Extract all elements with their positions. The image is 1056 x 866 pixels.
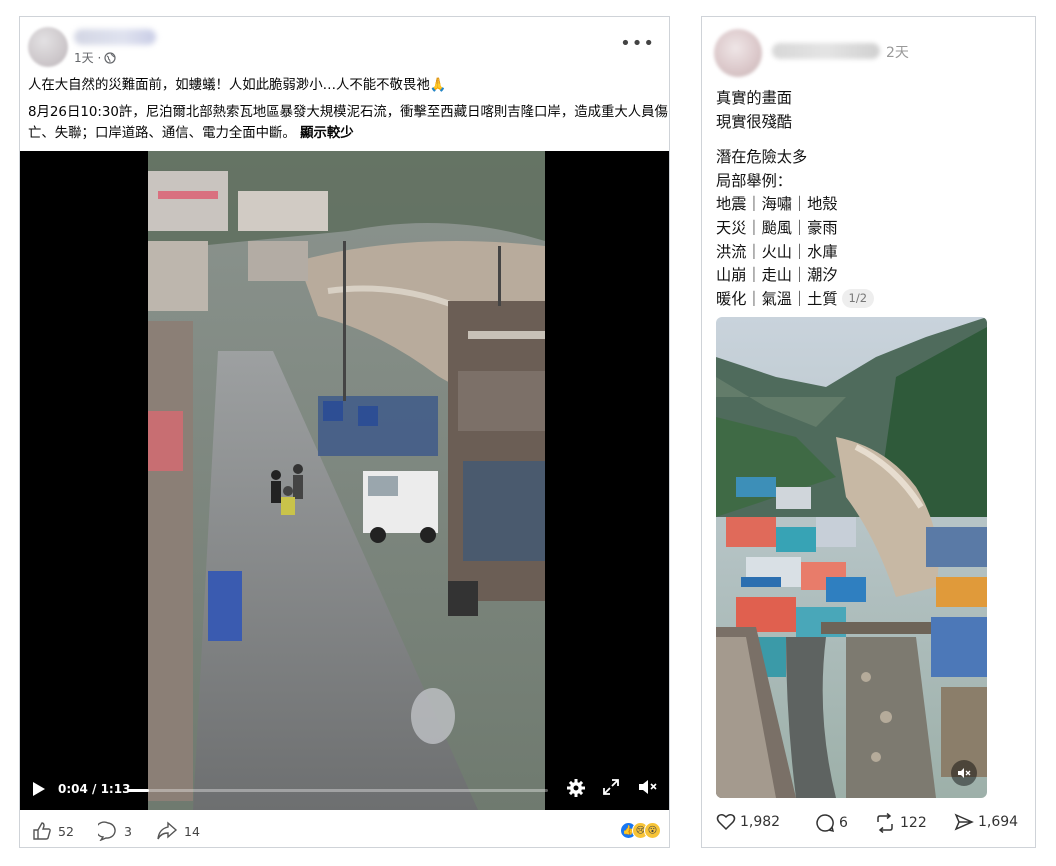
post-actions: 52 3 14 👍 😢 😮 [20, 813, 669, 847]
post-line-2: 8月26日10:30許，尼泊爾北部熱索瓦地區暴發大規模泥石流，衝擊至西藏日喀則吉… [28, 102, 668, 144]
like-button[interactable]: 52 [32, 821, 74, 841]
post-line: 山崩｜走山｜潮汐 [716, 266, 838, 285]
heart-icon [716, 814, 736, 831]
video-frame-image [716, 317, 987, 798]
video-frame-image [148, 151, 545, 810]
post-header: 1天 · ••• [20, 17, 669, 77]
post-line: 真實的畫面 [716, 89, 792, 107]
share-count: 1,694 [978, 814, 1019, 830]
post-meta: 1天 · [74, 49, 116, 66]
post-line: 洪流｜火山｜水庫 [716, 242, 838, 261]
video-frame [148, 151, 545, 810]
threads-post-card: 2天 真實的畫面 現實很殘酷 潛在危險太多 局部舉例： 地震｜海嘯｜地殼 天災｜… [701, 16, 1036, 848]
video-time: 0:04 / 1:13 [58, 782, 131, 796]
share-button[interactable]: 1,694 [954, 813, 1018, 831]
post-line: 現實很殘酷 [716, 112, 792, 131]
like-button[interactable]: 1,982 [716, 813, 780, 831]
facebook-post-card: 1天 · ••• 人在大自然的災難面前，如螻蟻！人如此脆弱渺小…人不能不敬畏祂🙏… [19, 16, 670, 848]
like-count: 52 [58, 823, 74, 839]
share-button[interactable]: 14 [156, 821, 200, 841]
volume-muted-icon[interactable] [951, 760, 977, 786]
post-line: 潛在危險太多 [716, 148, 808, 167]
play-icon[interactable] [32, 781, 46, 797]
repost-button[interactable]: 122 [874, 813, 927, 833]
avatar[interactable] [28, 27, 68, 67]
see-less-link[interactable]: 顯示較少 [300, 126, 354, 141]
video-progress-bar[interactable] [128, 789, 548, 792]
post-text: 人在大自然的災難面前，如螻蟻！人如此脆弱渺小…人不能不敬畏祂🙏 8月26日10:… [28, 75, 668, 150]
thumbs-up-icon [33, 822, 51, 840]
like-count: 1,982 [740, 814, 781, 830]
post-text: 真實的畫面 現實很殘酷 潛在危險太多 局部舉例： 地震｜海嘯｜地殼 天災｜颱風｜… [716, 87, 875, 312]
settings-gear-icon[interactable] [566, 778, 586, 798]
post-line: 暖化｜氣溫｜土質 [716, 289, 838, 308]
comment-count: 3 [124, 823, 132, 839]
reply-count: 6 [839, 815, 848, 831]
post-time[interactable]: 2天 [886, 42, 909, 62]
repost-icon [877, 813, 893, 833]
reply-button[interactable]: 6 [815, 813, 848, 833]
avatar[interactable] [714, 29, 762, 77]
repost-count: 122 [900, 815, 927, 831]
post-line-last: 暖化｜氣溫｜土質 1/2 [716, 288, 875, 312]
post-actions: 1,982 6 122 1,694 [702, 813, 1035, 843]
author-name-blurred[interactable] [772, 43, 880, 59]
globe-icon [104, 51, 116, 64]
volume-muted-icon[interactable] [637, 778, 659, 796]
reaction-summary[interactable]: 👍 😢 😮 [620, 822, 661, 839]
post-line-1: 人在大自然的災難面前，如螻蟻！人如此脆弱渺小…人不能不敬畏祂🙏 [28, 78, 447, 93]
fullscreen-icon[interactable] [602, 778, 620, 796]
video-controls: 0:04 / 1:13 [20, 770, 669, 810]
share-count: 14 [184, 823, 200, 839]
post-line: 局部舉例： [716, 171, 792, 190]
wow-reaction-icon: 😮 [644, 822, 661, 839]
share-arrow-icon [157, 821, 178, 840]
video-progress-fill [128, 789, 149, 792]
comment-bubble-icon [98, 821, 116, 841]
page-counter: 1/2 [841, 288, 875, 308]
comment-button[interactable]: 3 [98, 821, 132, 841]
post-time[interactable]: 1天 · [74, 49, 101, 66]
author-name-blurred[interactable] [74, 29, 156, 45]
send-icon [954, 813, 974, 831]
post-line: 天災｜颱風｜豪雨 [716, 218, 838, 237]
post-line: 地震｜海嘯｜地殼 [716, 195, 838, 214]
reply-bubble-icon [816, 814, 835, 833]
post-video[interactable] [716, 317, 987, 798]
more-dots-icon[interactable]: ••• [620, 33, 655, 54]
video-player[interactable]: 0:04 / 1:13 [20, 151, 669, 810]
